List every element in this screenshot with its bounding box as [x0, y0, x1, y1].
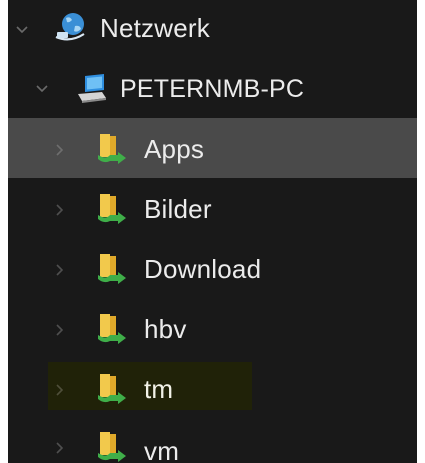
chevron-right-icon[interactable]	[52, 142, 68, 158]
tree-item-label: hbv	[144, 314, 187, 344]
tree-item-share-vm[interactable]: vm	[8, 418, 417, 463]
tree-item-share-apps[interactable]: Apps	[8, 118, 417, 178]
chevron-right-icon[interactable]	[52, 440, 68, 456]
chevron-right-icon[interactable]	[52, 202, 68, 218]
chevron-right-icon[interactable]	[52, 382, 68, 398]
network-globe-icon	[54, 10, 86, 44]
tree-item-share-hbv[interactable]: hbv	[8, 298, 417, 358]
tree-item-computer[interactable]: PETERNMB-PC	[8, 58, 417, 118]
chevron-down-icon[interactable]	[34, 81, 50, 97]
tree-item-label: Download	[144, 254, 262, 284]
tree-item-label: Apps	[144, 134, 205, 164]
tree-item-label: PETERNMB-PC	[120, 75, 305, 103]
shared-folder-icon	[96, 251, 128, 285]
computer-icon	[76, 72, 108, 106]
tree-item-label: tm	[144, 374, 174, 404]
tree-item-label: Bilder	[144, 194, 212, 224]
shared-folder-icon	[96, 371, 128, 405]
chevron-right-icon[interactable]	[52, 322, 68, 338]
tree-item-network[interactable]: Netzwerk	[8, 0, 417, 60]
tree-item-label: vm	[144, 436, 180, 463]
tree-item-share-download[interactable]: Download	[8, 238, 417, 298]
tree-item-share-tm[interactable]: tm	[8, 358, 417, 418]
navigation-tree: Netzwerk PETERNMB-PC Apps Bilder Downloa…	[8, 0, 417, 463]
tree-item-label: Netzwerk	[100, 13, 210, 43]
shared-folder-icon	[96, 429, 128, 463]
shared-folder-icon	[96, 191, 128, 225]
chevron-right-icon[interactable]	[52, 262, 68, 278]
shared-folder-icon	[96, 311, 128, 345]
chevron-down-icon[interactable]	[14, 22, 30, 38]
tree-item-share-bilder[interactable]: Bilder	[8, 178, 417, 238]
shared-folder-icon	[96, 131, 128, 165]
